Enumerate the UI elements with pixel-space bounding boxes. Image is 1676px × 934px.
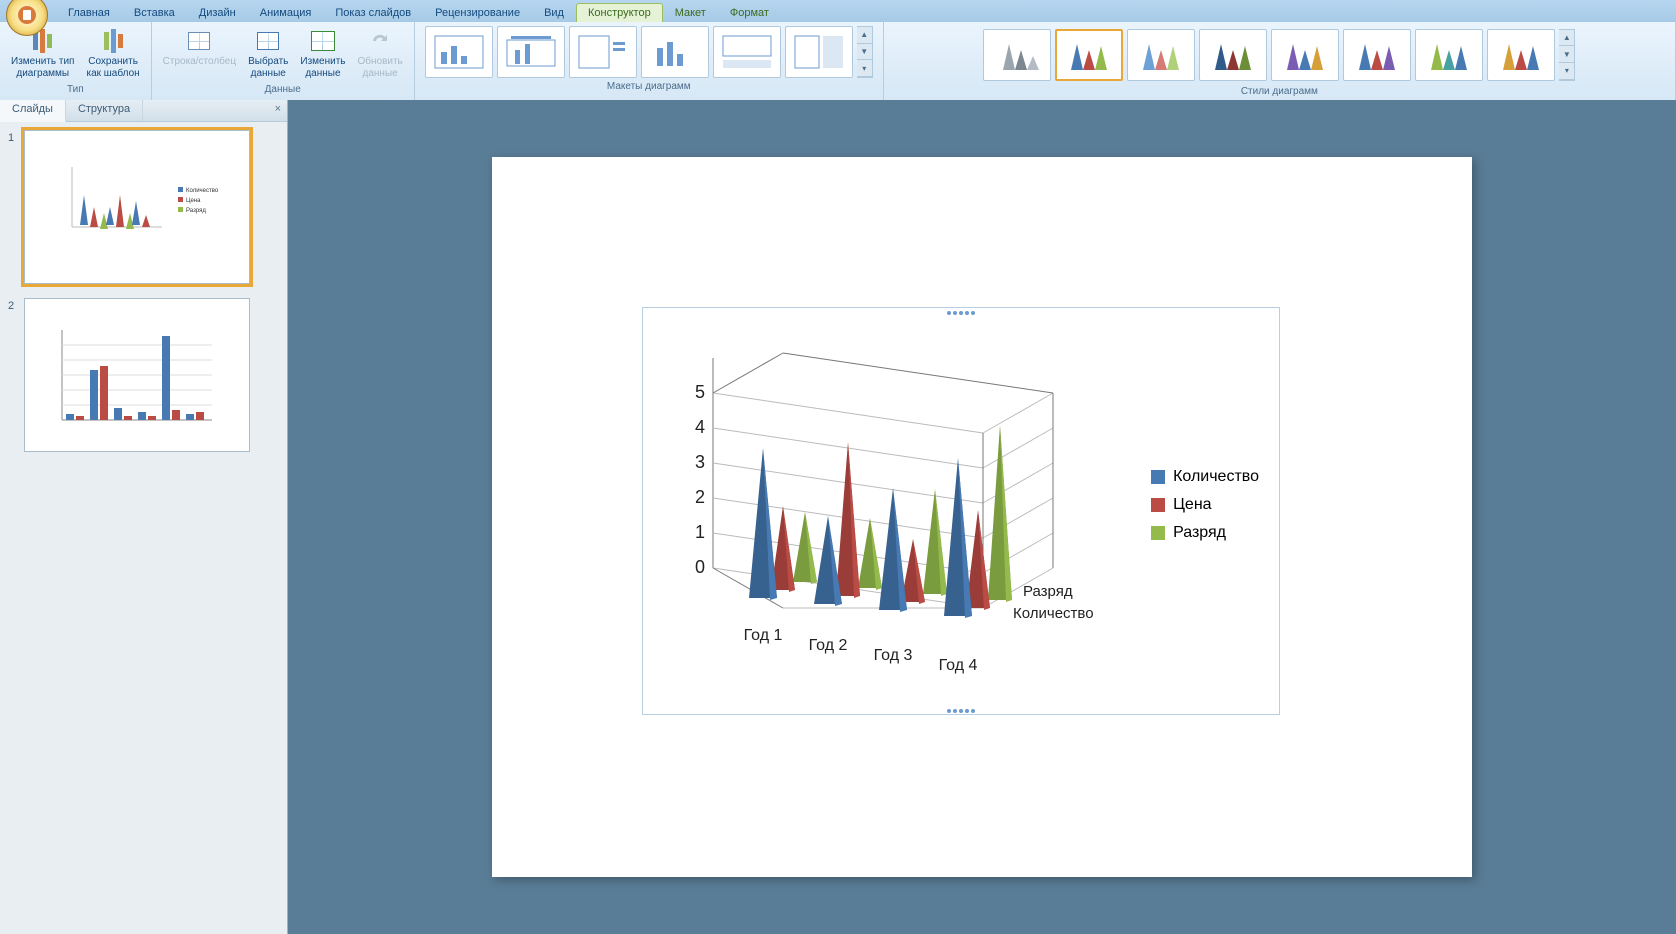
- scroll-down-icon[interactable]: ▼: [1559, 46, 1574, 63]
- group-label-styles: Стили диаграмм: [1241, 85, 1318, 100]
- layout-5[interactable]: [713, 26, 781, 78]
- svg-text:Год 1: Год 1: [744, 627, 783, 644]
- legend-swatch-3: [1151, 526, 1165, 540]
- slide-thumbnail-1[interactable]: Количество Цена Разряд: [24, 130, 250, 284]
- save-as-template-button[interactable]: Сохранить как шаблон: [81, 24, 144, 83]
- ribbon-group-layouts: ▲▼▾ Макеты диаграмм: [415, 22, 884, 100]
- tab-insert[interactable]: Вставка: [122, 3, 187, 22]
- cone-y2-s1: [814, 516, 842, 606]
- svg-text:Количество: Количество: [186, 188, 219, 194]
- legend-swatch-1: [1151, 470, 1165, 484]
- slides-tab[interactable]: Слайды: [0, 100, 66, 122]
- style-1[interactable]: [983, 29, 1051, 81]
- tab-chart-designer[interactable]: Конструктор: [576, 3, 663, 22]
- slide-panel: Слайды Структура × 1 Количество Цена: [0, 100, 288, 934]
- refresh-icon: [366, 27, 394, 55]
- refresh-data-button: Обновить данные: [352, 24, 407, 83]
- svg-text:Год 4: Год 4: [939, 657, 978, 674]
- ytick-3: 3: [695, 452, 705, 472]
- style-5[interactable]: [1271, 29, 1339, 81]
- ribbon-group-styles: ▲▼▾ Стили диаграмм: [884, 22, 1676, 100]
- style-3[interactable]: [1127, 29, 1195, 81]
- edit-data-icon: [309, 27, 337, 55]
- cone-y3-s1: [879, 488, 907, 612]
- svg-text:Цена: Цена: [186, 198, 201, 204]
- legend-swatch-2: [1151, 498, 1165, 512]
- layout-6[interactable]: [785, 26, 853, 78]
- style-7[interactable]: [1415, 29, 1483, 81]
- tab-animation[interactable]: Анимация: [248, 3, 324, 22]
- scroll-down-icon[interactable]: ▼: [857, 44, 872, 61]
- close-panel-button[interactable]: ×: [275, 103, 281, 115]
- ribbon-group-data: Строка/столбец Выбрать данные Изменить д…: [152, 22, 415, 100]
- cone-y1-s1: [749, 448, 777, 600]
- tab-review[interactable]: Рецензирование: [423, 3, 532, 22]
- slide-thumbnail-2[interactable]: [24, 298, 250, 452]
- ytick-0: 0: [695, 557, 705, 577]
- scroll-up-icon[interactable]: ▲: [1559, 30, 1574, 47]
- layout-4[interactable]: [641, 26, 709, 78]
- switch-row-column-button: Строка/столбец: [158, 24, 241, 83]
- tab-slideshow[interactable]: Показ слайдов: [323, 3, 423, 22]
- scroll-more-icon[interactable]: ▾: [857, 60, 872, 77]
- tab-design[interactable]: Дизайн: [187, 3, 248, 22]
- select-data-button[interactable]: Выбрать данные: [243, 24, 293, 83]
- depth-label-2: Разряд: [1023, 583, 1073, 600]
- cone-y4-s3: [988, 425, 1012, 602]
- tab-home[interactable]: Главная: [56, 3, 122, 22]
- tab-view[interactable]: Вид: [532, 3, 576, 22]
- slide-number-2: 2: [8, 298, 18, 452]
- svg-text:Год 2: Год 2: [809, 637, 848, 654]
- group-label-data: Данные: [265, 83, 301, 98]
- edit-data-button[interactable]: Изменить данные: [295, 24, 350, 83]
- legend-label-2: Цена: [1173, 496, 1211, 514]
- style-4[interactable]: [1199, 29, 1267, 81]
- cone-y4-s1: [944, 458, 972, 618]
- group-label-layouts: Макеты диаграмм: [607, 80, 691, 95]
- style-8[interactable]: [1487, 29, 1555, 81]
- cone-y3-s3: [923, 489, 947, 596]
- style-6[interactable]: [1343, 29, 1411, 81]
- slide-editor: 0 1 2 3 4 5: [288, 100, 1676, 934]
- scroll-more-icon[interactable]: ▾: [1559, 63, 1574, 80]
- depth-label-1: Количество: [1013, 605, 1094, 622]
- ytick-1: 1: [695, 522, 705, 542]
- layout-1[interactable]: [425, 26, 493, 78]
- layouts-scroll[interactable]: ▲▼▾: [857, 26, 873, 78]
- ribbon-tabs: Главная Вставка Дизайн Анимация Показ сл…: [0, 0, 1676, 22]
- legend-label-3: Разряд: [1173, 524, 1226, 542]
- select-data-icon: [254, 27, 282, 55]
- ytick-4: 4: [695, 417, 705, 437]
- svg-text:Год 3: Год 3: [874, 647, 913, 664]
- tab-chart-layout[interactable]: Макет: [663, 3, 718, 22]
- ribbon: Изменить тип диаграммы Сохранить как шаб…: [0, 22, 1676, 100]
- cone-y2-s2: [836, 442, 860, 598]
- chart-3d-cones: 0 1 2 3 4 5: [653, 318, 1123, 698]
- chart-object[interactable]: 0 1 2 3 4 5: [642, 307, 1280, 715]
- legend-label-1: Количество: [1173, 468, 1259, 486]
- tab-chart-format[interactable]: Формат: [718, 3, 781, 22]
- layout-3[interactable]: [569, 26, 637, 78]
- scroll-up-icon[interactable]: ▲: [857, 27, 872, 44]
- cone-style-icon: [989, 34, 1045, 76]
- slide-canvas[interactable]: 0 1 2 3 4 5: [492, 157, 1472, 877]
- chart-legend: Количество Цена Разряд: [1151, 468, 1259, 552]
- ytick-5: 5: [695, 382, 705, 402]
- cone-y2-s3: [858, 518, 882, 590]
- outline-tab[interactable]: Структура: [66, 100, 143, 121]
- slide-number-1: 1: [8, 130, 18, 284]
- layout-2[interactable]: [497, 26, 565, 78]
- styles-scroll[interactable]: ▲▼▾: [1559, 29, 1575, 81]
- style-2[interactable]: [1055, 29, 1123, 81]
- row-col-icon: [185, 27, 213, 55]
- template-icon: [99, 27, 127, 55]
- svg-text:Разряд: Разряд: [186, 208, 206, 214]
- ytick-2: 2: [695, 487, 705, 507]
- group-label-type: Тип: [67, 83, 84, 98]
